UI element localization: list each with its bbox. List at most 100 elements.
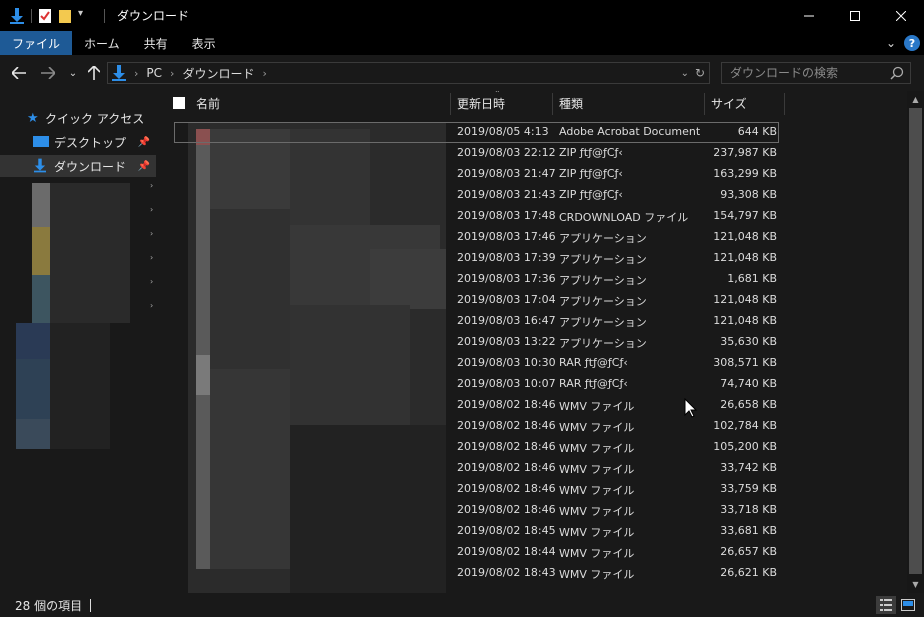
address-dropdown-icon[interactable]: ⌄ xyxy=(681,68,689,79)
file-size: 121,048 KB xyxy=(713,293,777,306)
status-divider xyxy=(90,598,92,612)
column-header-type[interactable]: 種類 xyxy=(559,91,583,115)
file-date: 2019/08/03 22:12 xyxy=(457,146,556,159)
table-row[interactable]: 2019/08/03 17:04 アプリケーション 121,048 KB xyxy=(158,290,907,311)
large-icons-view-button[interactable] xyxy=(898,596,918,614)
details-view-button[interactable] xyxy=(876,596,896,614)
nav-item-desktop[interactable]: デスクトップ 📌 xyxy=(0,131,156,153)
address-bar[interactable]: › PC › ダウンロード › ⌄ ↻ xyxy=(107,62,710,84)
breadcrumb-pc[interactable]: PC xyxy=(146,66,162,80)
expand-chevron-icon[interactable]: › xyxy=(150,301,153,310)
status-bar: 28 個の項目 xyxy=(0,593,924,617)
properties-icon[interactable] xyxy=(38,8,52,24)
expand-chevron-icon[interactable]: › xyxy=(150,253,153,262)
table-row[interactable]: 2019/08/02 18:43 WMV ファイル 26,621 KB xyxy=(158,563,907,584)
file-date: 2019/08/03 17:39 xyxy=(457,251,556,264)
table-row[interactable]: 2019/08/02 18:44 WMV ファイル 26,657 KB xyxy=(158,542,907,563)
table-row[interactable]: 2019/08/03 17:48 CRDOWNLOAD ファイル 154,797 K… xyxy=(158,206,907,227)
file-date: 2019/08/02 18:46 xyxy=(457,503,556,516)
breadcrumb-separator[interactable]: › xyxy=(262,67,266,80)
up-arrow-icon[interactable] xyxy=(84,63,104,83)
scroll-down-arrow-icon[interactable]: ▼ xyxy=(907,576,924,593)
file-size: 26,657 KB xyxy=(720,545,777,558)
file-list: 名前 ⌃ 更新日時 種類 サイズ 2019/08/05 4:13 Adobe Ac… xyxy=(158,91,907,593)
pin-icon[interactable]: 📌 xyxy=(138,137,150,148)
vertical-scrollbar[interactable]: ▲ ▼ xyxy=(907,91,924,593)
table-row[interactable]: 2019/08/03 21:47 ZIP ƒtƒ@ƒCƒ‹ 163,299 KB xyxy=(158,164,907,185)
window-controls xyxy=(786,0,924,31)
table-row[interactable]: 2019/08/03 13:22 アプリケーション 35,630 KB xyxy=(158,332,907,353)
tab-share[interactable]: 共有 xyxy=(132,31,180,55)
forward-arrow-icon[interactable] xyxy=(38,63,58,83)
file-size: 33,718 KB xyxy=(720,503,777,516)
file-size: 237,987 KB xyxy=(713,146,777,159)
column-header-date[interactable]: 更新日時 xyxy=(457,91,505,115)
column-divider[interactable] xyxy=(552,93,553,115)
nav-label: ダウンロード xyxy=(54,159,127,174)
item-count: 28 個の項目 xyxy=(15,598,83,613)
table-row[interactable]: 2019/08/03 17:36 アプリケーション 1,681 KB xyxy=(158,269,907,290)
minimize-button[interactable] xyxy=(786,0,832,31)
customize-toolbar-icon[interactable]: ▾ xyxy=(78,8,92,24)
expand-chevron-icon[interactable]: › xyxy=(150,205,153,214)
column-header-name[interactable]: 名前 xyxy=(196,91,220,115)
nav-item-downloads[interactable]: ダウンロード 📌 xyxy=(0,155,156,177)
expand-chevron-icon[interactable]: › xyxy=(150,229,153,238)
file-size: 93,308 KB xyxy=(720,188,777,201)
breadcrumb-downloads[interactable]: ダウンロード xyxy=(182,65,254,82)
file-date: 2019/08/03 16:47 xyxy=(457,314,556,327)
table-row[interactable]: 2019/08/03 10:30 RAR ƒtƒ@ƒCƒ‹ 308,571 KB xyxy=(158,353,907,374)
maximize-button[interactable] xyxy=(832,0,878,31)
table-row[interactable]: 2019/08/02 18:46 WMV ファイル 33,759 KB xyxy=(158,479,907,500)
table-row[interactable]: 2019/08/03 17:46 アプリケーション 121,048 KB xyxy=(158,227,907,248)
column-header-size[interactable]: サイズ xyxy=(711,91,747,115)
expand-chevron-icon[interactable]: › xyxy=(150,181,153,190)
table-row[interactable]: 2019/08/02 18:46 WMV ファイル 33,718 KB xyxy=(158,500,907,521)
search-icon[interactable] xyxy=(890,66,904,83)
back-arrow-icon[interactable] xyxy=(9,63,29,83)
download-folder-icon[interactable] xyxy=(9,7,25,24)
expand-chevron-icon[interactable]: › xyxy=(150,277,153,286)
scrollbar-thumb[interactable] xyxy=(909,108,922,574)
table-row[interactable]: 2019/08/02 18:46 WMV ファイル 102,784 KB xyxy=(158,416,907,437)
file-size: 105,200 KB xyxy=(713,440,777,453)
refresh-icon[interactable]: ↻ xyxy=(695,66,705,80)
table-row[interactable]: 2019/08/02 18:46 WMV ファイル 105,200 KB xyxy=(158,437,907,458)
window-title: ダウンロード xyxy=(117,9,190,23)
tab-home[interactable]: ホーム xyxy=(72,31,132,55)
table-row[interactable]: 2019/08/02 18:46 WMV ファイル 26,658 KB xyxy=(158,395,907,416)
table-row[interactable]: 2019/08/03 16:47 アプリケーション 121,048 KB xyxy=(158,311,907,332)
column-divider[interactable] xyxy=(704,93,705,115)
expand-ribbon-icon[interactable]: ⌄ xyxy=(886,36,896,50)
file-date: 2019/08/05 4:13 xyxy=(457,125,549,138)
table-row[interactable]: 2019/08/03 21:43 ZIP ƒtƒ@ƒCƒ‹ 93,308 KB xyxy=(158,185,907,206)
close-button[interactable] xyxy=(878,0,924,31)
column-divider[interactable] xyxy=(784,93,785,115)
file-date: 2019/08/02 18:45 xyxy=(457,524,556,537)
table-row[interactable]: 2019/08/05 4:13 Adobe Acrobat Document 644… xyxy=(158,122,907,143)
table-row[interactable]: 2019/08/03 22:12 ZIP ƒtƒ@ƒCƒ‹ 237,987 KB xyxy=(158,143,907,164)
recent-locations-chevron-icon[interactable]: ⌄ xyxy=(63,63,83,83)
file-date: 2019/08/03 17:46 xyxy=(457,230,556,243)
tab-file[interactable]: ファイル xyxy=(0,31,73,55)
file-date: 2019/08/02 18:46 xyxy=(457,461,556,474)
help-icon[interactable]: ? xyxy=(904,35,920,51)
file-date: 2019/08/02 18:43 xyxy=(457,566,556,579)
select-all-checkbox[interactable] xyxy=(173,97,185,109)
file-type: ZIP ƒtƒ@ƒCƒ‹ xyxy=(559,167,623,180)
column-divider[interactable] xyxy=(450,93,451,115)
scroll-up-arrow-icon[interactable]: ▲ xyxy=(907,91,924,108)
file-size: 33,681 KB xyxy=(720,524,777,537)
file-date: 2019/08/03 21:43 xyxy=(457,188,556,201)
table-row[interactable]: 2019/08/02 18:46 WMV ファイル 33,742 KB xyxy=(158,458,907,479)
table-row[interactable]: 2019/08/03 10:07 RAR ƒtƒ@ƒCƒ‹ 74,740 KB xyxy=(158,374,907,395)
table-row[interactable]: 2019/08/02 18:45 WMV ファイル 33,681 KB xyxy=(158,521,907,542)
table-row[interactable]: 2019/08/03 17:39 アプリケーション 121,048 KB xyxy=(158,248,907,269)
search-box[interactable] xyxy=(721,62,911,84)
new-folder-icon[interactable] xyxy=(58,8,72,24)
nav-label: デスクトップ xyxy=(54,135,127,150)
search-input[interactable] xyxy=(730,66,880,80)
nav-item-quick-access[interactable]: ★ クイック アクセス xyxy=(0,107,156,129)
tab-view[interactable]: 表示 xyxy=(180,31,228,55)
pin-icon[interactable]: 📌 xyxy=(138,161,150,172)
